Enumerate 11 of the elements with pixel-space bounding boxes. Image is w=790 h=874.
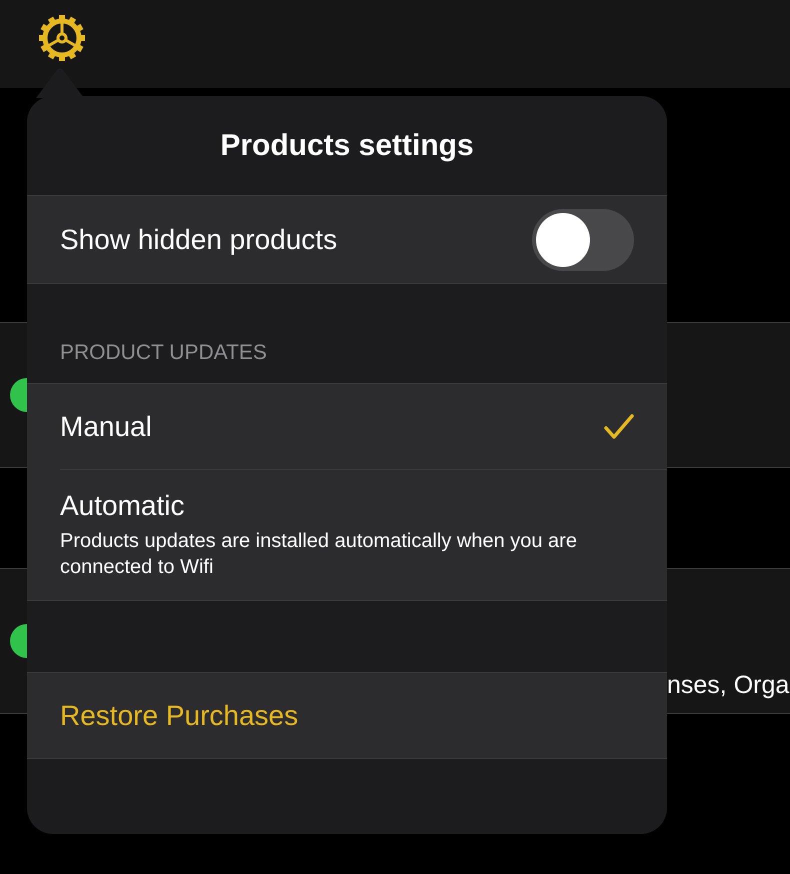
settings-button[interactable] bbox=[38, 14, 86, 62]
option-row[interactable]: Manual bbox=[27, 384, 667, 470]
option-label: Manual bbox=[60, 410, 152, 442]
restore-purchases-button[interactable]: Restore Purchases bbox=[27, 672, 667, 759]
checkmark-icon bbox=[604, 414, 634, 440]
settings-icon bbox=[38, 14, 86, 62]
option-label: Automatic bbox=[60, 490, 186, 522]
toggle-label: Show hidden products bbox=[60, 224, 338, 256]
row-detail: nses, Orga bbox=[667, 670, 790, 701]
option-row[interactable]: Automatic Products updates are installed automatically when you are connected to Wifi bbox=[27, 470, 667, 601]
option-description: Products updates are installed automatically when you are connected to Wifi bbox=[60, 529, 578, 580]
